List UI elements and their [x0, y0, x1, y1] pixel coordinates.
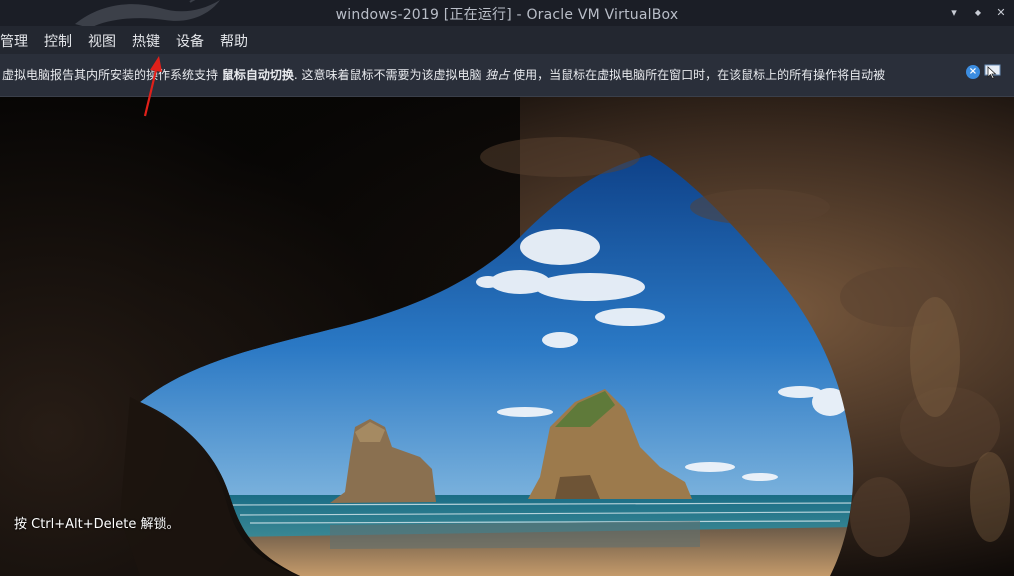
guest-display[interactable]: 按 Ctrl+Alt+Delete 解锁。 — [0, 97, 1014, 576]
close-button[interactable]: ✕ — [993, 5, 1009, 21]
close-icon[interactable]: × — [966, 65, 980, 79]
notice-message: 虚拟电脑报告其内所安装的操作系统支持 鼠标自动切换. 这意味着鼠标不需要为该虚拟… — [2, 66, 960, 83]
lock-screen-hint: 按 Ctrl+Alt+Delete 解锁。 — [14, 517, 180, 532]
lock-screen-wallpaper — [0, 97, 1014, 576]
notice-text-bold: 鼠标自动切换 — [221, 68, 294, 82]
menu-hotkeys[interactable]: 热键 — [132, 31, 160, 51]
minimize-button[interactable]: ▾ — [946, 5, 962, 21]
menu-devices[interactable]: 设备 — [176, 31, 204, 51]
virtualbox-window: windows-2019 [正在运行] - Oracle VM VirtualB… — [0, 0, 1014, 576]
menu-control[interactable]: 控制 — [44, 31, 72, 51]
menu-manage[interactable]: 管理 — [0, 31, 28, 51]
notice-text-post: 使用，当鼠标在虚拟电脑所在窗口时，在该鼠标上的所有操作将自动被 — [509, 68, 886, 82]
menu-help[interactable]: 帮助 — [220, 31, 248, 51]
notice-text-mid: . 这意味着鼠标不需要为该虚拟电脑 — [293, 68, 486, 82]
window-title: windows-2019 [正在运行] - Oracle VM VirtualB… — [335, 7, 679, 23]
menu-bar: 管理 控制 视图 热键 设备 帮助 — [0, 26, 1014, 54]
title-bar[interactable]: windows-2019 [正在运行] - Oracle VM VirtualB… — [0, 0, 1014, 28]
mouse-integration-icon[interactable] — [984, 64, 1001, 80]
mouse-integration-notice: 虚拟电脑报告其内所安装的操作系统支持 鼠标自动切换. 这意味着鼠标不需要为该虚拟… — [0, 54, 1014, 97]
notice-text-pre: 虚拟电脑报告其内所安装的操作系统支持 — [2, 68, 222, 82]
notice-text-italic: 独占 — [485, 68, 510, 82]
menu-view[interactable]: 视图 — [88, 31, 116, 51]
maximize-button[interactable]: ◆ — [970, 5, 986, 21]
